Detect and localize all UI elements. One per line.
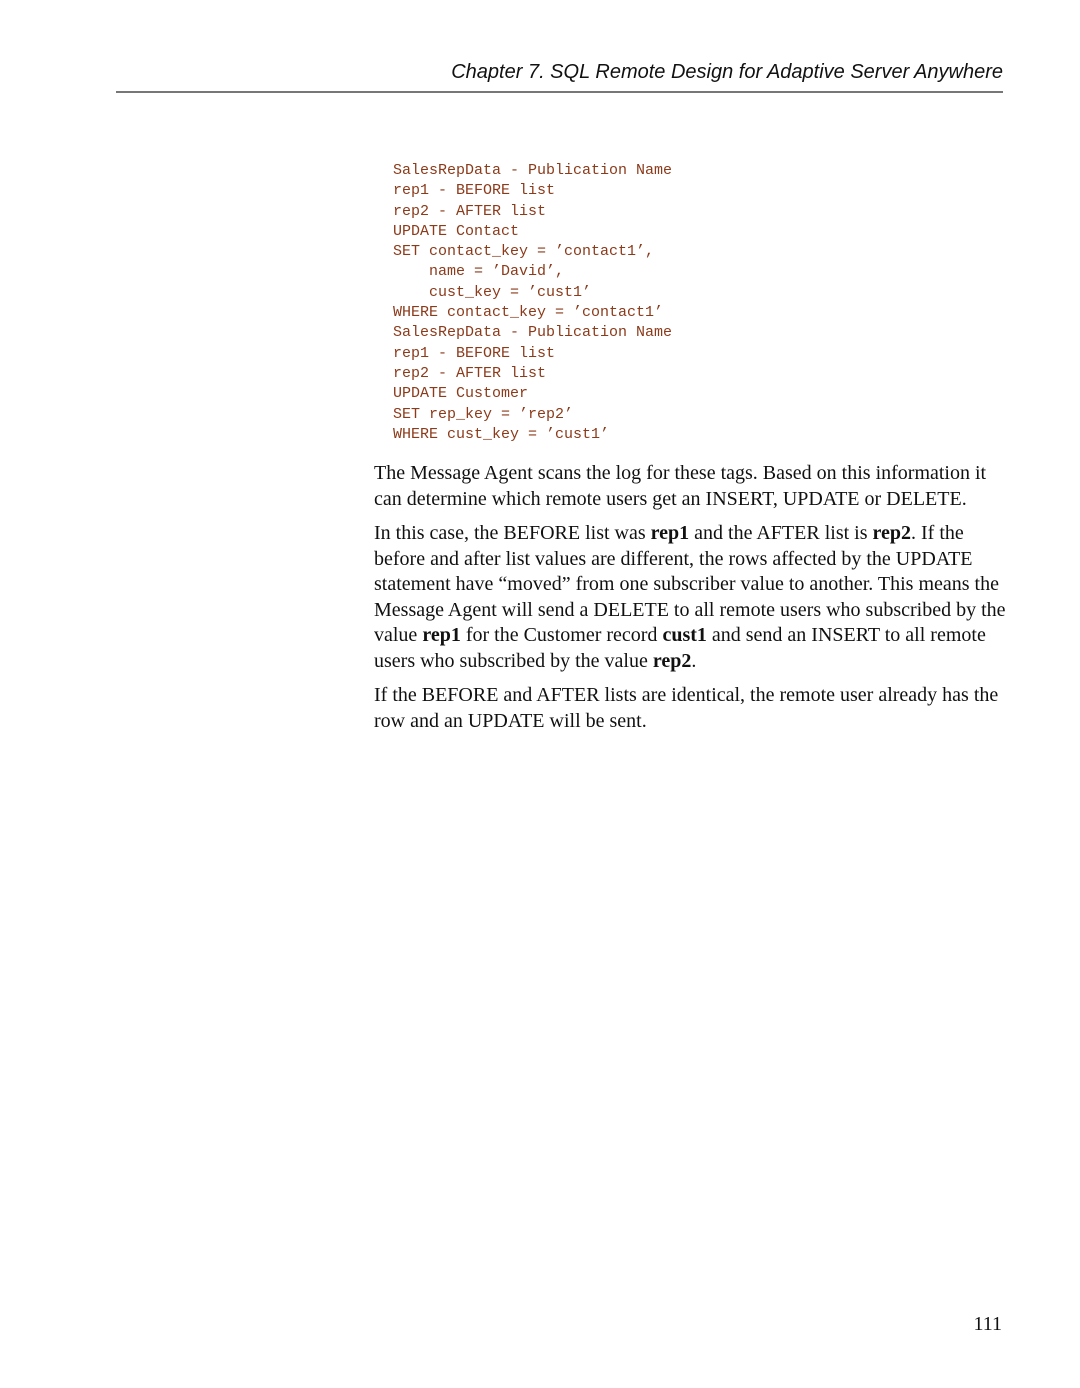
- bold-term: rep2: [872, 522, 912, 544]
- text-span: .: [691, 649, 697, 672]
- bold-term: cust1: [662, 624, 707, 646]
- code-line: WHERE contact_key = ’contact1’: [393, 304, 664, 322]
- code-line: UPDATE Contact: [393, 222, 520, 240]
- running-header: Chapter 7. SQL Remote Design for Adaptiv…: [451, 61, 1003, 83]
- body-text: The Message Agent scans the log for thes…: [374, 461, 1014, 743]
- code-line: rep2 - AFTER list: [393, 364, 547, 382]
- text-span: In this case, the BEFORE list was: [374, 522, 651, 544]
- code-line: rep2 - AFTER list: [393, 202, 547, 220]
- code-line: name = ’David’,: [393, 263, 565, 281]
- code-line: rep1 - BEFORE list: [393, 182, 556, 200]
- code-line: SET contact_key = ’contact1’,: [393, 243, 655, 261]
- code-line: SalesRepData - Publication Name: [393, 162, 673, 179]
- text-span: and the AFTER list is: [689, 522, 873, 544]
- bold-term: rep2: [652, 649, 692, 672]
- code-line: cust_key = ’cust1’: [393, 283, 592, 301]
- header-rule: [116, 91, 1003, 93]
- code-line: rep1 - BEFORE list: [393, 344, 556, 362]
- paragraph-identical-lists: If the BEFORE and AFTER lists are identi…: [374, 684, 999, 732]
- code-block: SalesRepData - Publication Name rep1 - BE…: [393, 161, 672, 445]
- code-line: SET rep_key = ’rep2’: [393, 405, 574, 423]
- paragraph-message-agent-scan: The Message Agent scans the log for thes…: [374, 462, 987, 510]
- code-line: UPDATE Customer: [393, 385, 529, 403]
- text-span: for the Customer record: [460, 624, 663, 646]
- code-line: SalesRepData - Publication Name: [393, 324, 673, 342]
- paragraph-before-after-moved: In this case, the BEFORE list was rep1 a…: [374, 521, 1014, 674]
- page-number: 111: [973, 1313, 1002, 1335]
- code-line: WHERE cust_key = ’cust1’: [393, 425, 610, 443]
- bold-term: rep1: [422, 624, 461, 646]
- bold-term: rep1: [650, 522, 690, 544]
